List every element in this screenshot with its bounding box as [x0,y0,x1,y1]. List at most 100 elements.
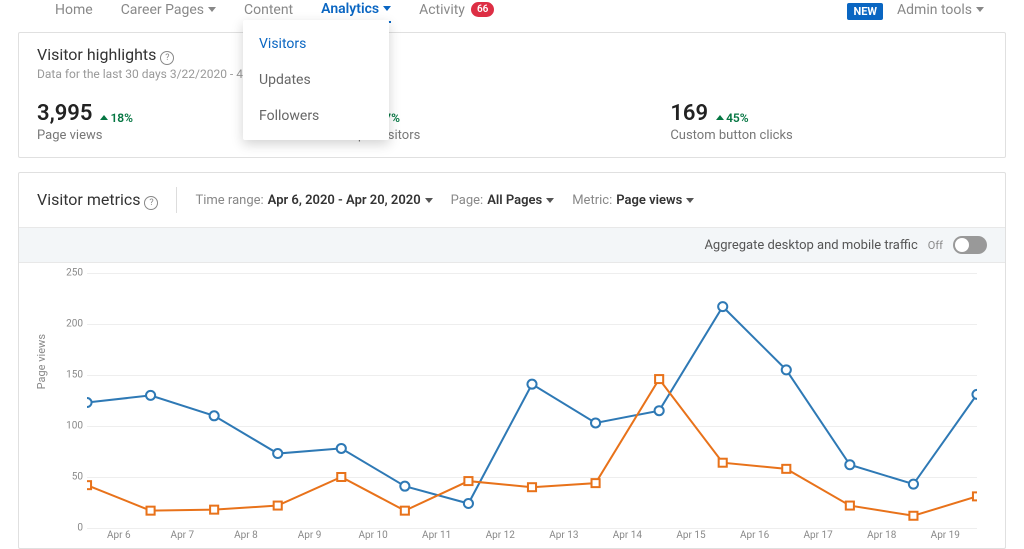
visitor-highlights-card: Visitor highlights ? Data for the last 3… [18,32,1006,158]
y-tick-label: 200 [66,319,83,330]
highlights-metrics-row: 3,995 18% Page views 4 7% que visitors 1… [37,101,987,143]
grid-line [87,528,977,529]
chart-marker[interactable] [591,418,600,427]
caret-down-icon [425,198,433,203]
x-tick-label: Apr 6 [87,530,151,548]
nav-label-career: Career Pages [121,2,204,18]
dropdown-followers[interactable]: Followers [243,98,389,134]
chart-marker[interactable] [719,459,727,467]
chart-marker[interactable] [592,479,600,487]
metric-button-clicks: 169 45% Custom button clicks [670,101,987,143]
chart-marker[interactable] [87,481,91,489]
plot-area [87,273,977,528]
x-tick-label: Apr 15 [659,530,723,548]
chart-marker[interactable] [973,492,977,500]
admin-tools[interactable]: Admin tools [897,2,984,22]
visitor-metrics-title: Visitor metrics ? [37,190,158,210]
triangle-up-icon [716,115,724,120]
chart-marker[interactable] [846,502,854,510]
chart-marker[interactable] [464,477,472,485]
y-tick-label: 150 [66,370,83,381]
nav-activity[interactable]: Activity 66 [419,2,494,22]
dropdown-visitors[interactable]: Visitors [243,26,389,62]
aggregate-bar: Aggregate desktop and mobile traffic Off [19,227,1005,263]
chart-line [87,379,977,516]
y-ticks: 050100150200250 [57,273,83,528]
time-range-filter[interactable]: Time range: Apr 6, 2020 - Apr 20, 2020 [195,193,432,208]
toggle-state-label: Off [928,239,943,252]
caret-down-icon [208,7,216,12]
top-nav: Home Career Pages Content Analytics Acti… [0,0,1024,24]
visitor-metrics-header: Visitor metrics ? Time range: Apr 6, 202… [19,173,1005,227]
nav-career-pages[interactable]: Career Pages [121,2,216,22]
chart-marker[interactable] [87,398,92,407]
caret-down-icon [546,198,554,203]
y-tick-label: 100 [66,421,83,432]
activity-count-badge: 66 [471,2,494,17]
chart-marker[interactable] [337,473,345,481]
x-tick-label: Apr 11 [405,530,469,548]
y-tick-label: 250 [66,268,83,279]
filter-label: Page: [451,193,484,208]
chart-marker[interactable] [655,375,663,383]
chart-marker[interactable] [400,482,409,491]
x-tick-label: Apr 18 [850,530,914,548]
analytics-dropdown: Visitors Updates Followers [243,20,389,140]
chart-marker[interactable] [210,506,218,514]
chart-inner: 050100150200250 Apr 6Apr 7Apr 8Apr 9Apr … [57,273,987,548]
filter-label: Time range: [195,193,263,208]
metric-unique-visitors: 4 7% que visitors [354,101,671,143]
chart-marker[interactable] [147,507,155,515]
chart-marker[interactable] [909,512,917,520]
metric-delta: 18% [100,111,133,125]
chart-marker[interactable] [972,390,977,399]
visitor-metrics-card: Visitor metrics ? Time range: Apr 6, 202… [18,172,1006,549]
nav-home[interactable]: Home [55,2,93,22]
filter-value: Apr 6, 2020 - Apr 20, 2020 [268,193,421,208]
caret-down-icon [383,6,391,11]
x-tick-label: Apr 9 [278,530,342,548]
x-tick-label: Apr 13 [532,530,596,548]
x-tick-label: Apr 16 [723,530,787,548]
y-tick-label: 50 [72,472,83,483]
chart-marker[interactable] [274,502,282,510]
dropdown-updates[interactable]: Updates [243,62,389,98]
chart-marker[interactable] [527,380,536,389]
highlights-subtitle: Data for the last 30 days 3/22/2020 - 4/… [37,67,987,81]
help-icon[interactable]: ? [144,196,158,210]
x-tick-label: Apr 7 [151,530,215,548]
help-icon[interactable]: ? [160,51,174,65]
chart-marker[interactable] [718,302,727,311]
new-badge: NEW [847,3,883,20]
chart-marker[interactable] [273,449,282,458]
chart-marker[interactable] [528,483,536,491]
caret-down-icon [686,198,694,203]
aggregate-toggle[interactable] [953,236,987,254]
page-filter[interactable]: Page: All Pages [451,193,555,208]
x-tick-label: Apr 8 [214,530,278,548]
chart-marker[interactable] [401,507,409,515]
x-tick-label: Apr 12 [468,530,532,548]
aggregate-label: Aggregate desktop and mobile traffic [704,238,917,253]
chart-marker[interactable] [909,480,918,489]
chart-marker[interactable] [655,406,664,415]
line-chart [87,273,977,528]
y-tick-label: 0 [77,523,83,534]
chart-marker[interactable] [845,460,854,469]
nav-label-analytics: Analytics [321,1,379,17]
chart-marker[interactable] [146,391,155,400]
x-ticks: Apr 6Apr 7Apr 8Apr 9Apr 10Apr 11Apr 12Ap… [87,530,977,548]
x-tick-label: Apr 19 [914,530,978,548]
filter-label: Metric: [572,193,612,208]
highlights-header: Visitor highlights ? [37,45,987,65]
chart-marker[interactable] [210,411,219,420]
chart-marker[interactable] [337,444,346,453]
chart-marker[interactable] [782,365,791,374]
metric-value: 169 [670,101,708,126]
chart-marker[interactable] [782,465,790,473]
filter-value: All Pages [487,193,542,208]
nav-content[interactable]: Content [244,2,293,22]
chart-marker[interactable] [464,499,473,508]
metric-filter[interactable]: Metric: Page views [572,193,694,208]
caret-down-icon [976,7,984,12]
